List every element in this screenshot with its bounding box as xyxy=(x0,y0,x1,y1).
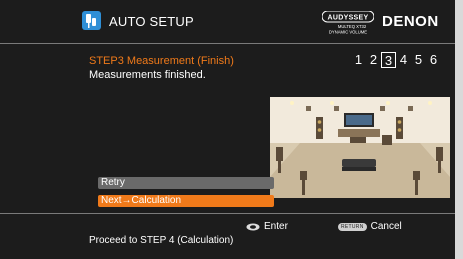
enter-label: Enter xyxy=(264,221,288,232)
step-number: 1 xyxy=(354,52,363,67)
app-title: AUTO SETUP xyxy=(109,14,194,29)
step-number: 2 xyxy=(369,52,378,67)
cancel-label: Cancel xyxy=(370,221,402,232)
enter-button-icon xyxy=(246,223,260,231)
step-indicator: 1 2 3 4 5 6 xyxy=(351,52,441,68)
footer-divider xyxy=(0,213,455,214)
brand-name: DENON xyxy=(382,13,439,30)
step-number: 6 xyxy=(429,52,438,67)
step-title: STEP3 Measurement (Finish) xyxy=(89,55,234,67)
next-calculation-button[interactable]: Next→Calculation xyxy=(98,195,274,207)
step-number: 4 xyxy=(399,52,408,67)
cancel-hint: RETURN Cancel xyxy=(338,221,402,232)
footer-hint: Proceed to STEP 4 (Calculation) xyxy=(89,235,234,246)
step-number: 5 xyxy=(414,52,423,67)
retry-button[interactable]: Retry xyxy=(98,177,274,189)
return-button-badge: RETURN xyxy=(338,222,367,231)
step-status: Measurements finished. xyxy=(89,69,206,81)
speaker-room-diagram xyxy=(270,97,450,198)
outer-margin xyxy=(455,0,463,259)
enter-hint: Enter xyxy=(246,221,288,232)
header-divider xyxy=(0,43,455,44)
svg-text:DYNAMIC VOLUME: DYNAMIC VOLUME xyxy=(329,30,367,35)
auto-setup-screen: AUTO SETUP AUDYSSEY MULTEQ XT32 DYNAMIC … xyxy=(0,0,455,259)
svg-text:MULTEQ XT32: MULTEQ XT32 xyxy=(338,24,367,29)
speaker-mic-icon xyxy=(82,11,101,30)
svg-text:AUDYSSEY: AUDYSSEY xyxy=(328,15,369,22)
audyssey-logo: AUDYSSEY MULTEQ XT32 DYNAMIC VOLUME xyxy=(321,10,375,35)
header: AUTO SETUP AUDYSSEY MULTEQ XT32 DYNAMIC … xyxy=(0,0,455,43)
step-number-current: 3 xyxy=(381,52,396,68)
